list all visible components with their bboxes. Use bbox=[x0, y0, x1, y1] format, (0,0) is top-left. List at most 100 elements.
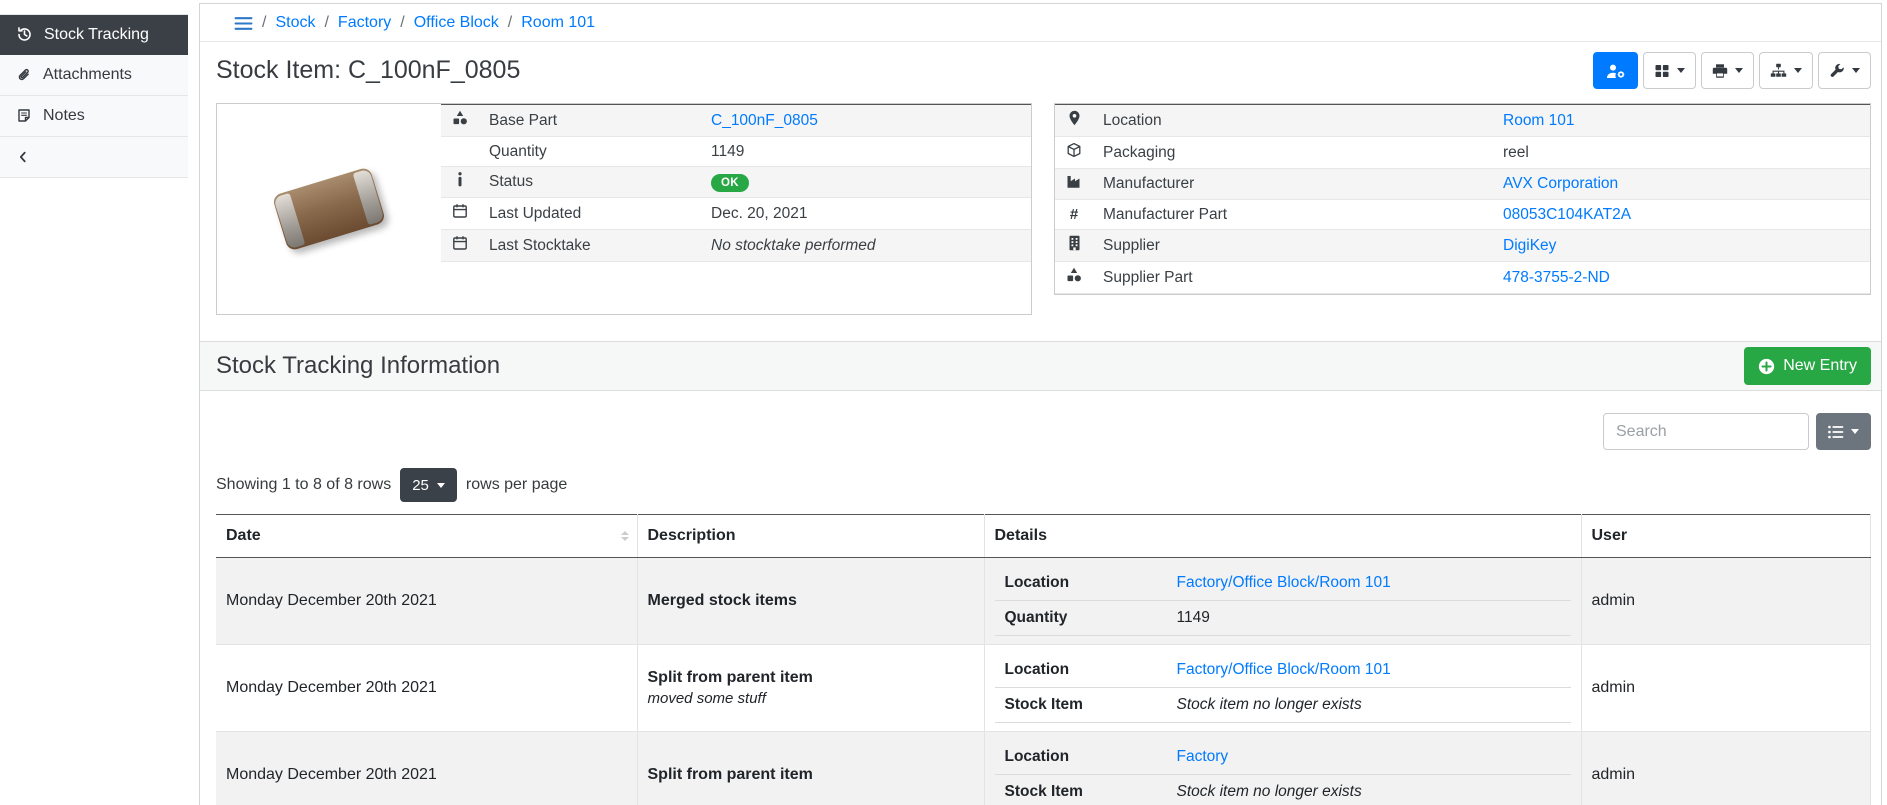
user-cell: admin bbox=[1581, 558, 1871, 645]
detail-label: Manufacturer Part bbox=[1093, 200, 1493, 230]
shapes-icon bbox=[452, 110, 468, 126]
columns-dropdown-button[interactable] bbox=[1816, 413, 1871, 450]
calendar-icon bbox=[452, 203, 468, 219]
base-part-link[interactable]: C_100nF_0805 bbox=[711, 112, 818, 129]
info-icon bbox=[456, 172, 464, 187]
detail-row-supplier-part: Supplier Part 478-3755-2-ND bbox=[1055, 262, 1870, 294]
plus-circle-icon bbox=[1758, 358, 1775, 375]
column-header-description[interactable]: Description bbox=[637, 515, 984, 558]
user-cell: admin bbox=[1581, 732, 1871, 805]
showing-rows-text: Showing 1 to 8 of 8 rows bbox=[216, 476, 391, 494]
search-input[interactable] bbox=[1603, 413, 1809, 450]
sidebar-item-stock-tracking[interactable]: Stock Tracking bbox=[0, 14, 188, 55]
details-cell: Location Factory/Office Block/Room 101 S… bbox=[984, 645, 1581, 732]
status-badge: OK bbox=[711, 174, 749, 192]
breadcrumb-link-office-block[interactable]: Office Block bbox=[414, 14, 499, 32]
chevron-down-icon bbox=[1794, 68, 1802, 73]
list-icon bbox=[1828, 425, 1844, 439]
sidebar-collapse-button[interactable] bbox=[0, 137, 188, 178]
stock-item-missing-text: Stock item no longer exists bbox=[1167, 688, 1571, 723]
calendar-icon bbox=[452, 235, 468, 251]
paperclip-icon bbox=[16, 67, 32, 83]
column-header-user[interactable]: User bbox=[1581, 515, 1871, 558]
box-icon bbox=[1066, 142, 1082, 158]
stock-tracking-table: Date Description Details User Monday Dec… bbox=[216, 514, 1871, 805]
detail-row-last-updated: Last Updated Dec. 20, 2021 bbox=[441, 198, 1031, 230]
detail-subrow: Quantity 1149 bbox=[995, 601, 1571, 636]
app-root: Stock Tracking Attachments Notes / bbox=[0, 0, 1887, 805]
table-controls bbox=[200, 391, 1881, 450]
column-header-details[interactable]: Details bbox=[984, 515, 1581, 558]
breadcrumb-link-room-101[interactable]: Room 101 bbox=[521, 14, 595, 32]
detail-row-last-stocktake: Last Stocktake No stocktake performed bbox=[441, 230, 1031, 262]
section-title: Stock Tracking Information bbox=[216, 352, 500, 380]
industry-icon bbox=[1066, 174, 1082, 189]
new-entry-button[interactable]: New Entry bbox=[1744, 347, 1871, 385]
hashtag-icon: # bbox=[1070, 206, 1078, 223]
sidebar-item-notes[interactable]: Notes bbox=[0, 96, 188, 137]
packaging-value: reel bbox=[1493, 137, 1870, 169]
detail-label: Last Updated bbox=[479, 198, 701, 230]
main-panel: / Stock / Factory / Office Block / Room … bbox=[199, 3, 1882, 805]
stock-actions-dropdown[interactable] bbox=[1759, 52, 1813, 89]
breadcrumb: / Stock / Factory / Office Block / Room … bbox=[200, 4, 1881, 42]
detail-label: Quantity bbox=[479, 137, 701, 167]
chevron-down-icon bbox=[1852, 68, 1860, 73]
manufacturer-part-link[interactable]: 08053C104KAT2A bbox=[1503, 206, 1631, 223]
supplier-link[interactable]: DigiKey bbox=[1503, 237, 1556, 254]
detail-label: Status bbox=[479, 167, 701, 198]
chevron-down-icon bbox=[1851, 429, 1859, 434]
table-row: Monday December 20th 2021 Split from par… bbox=[216, 732, 1871, 805]
building-icon bbox=[1068, 235, 1081, 251]
breadcrumb-link-factory[interactable]: Factory bbox=[338, 14, 391, 32]
map-marker-icon bbox=[1068, 110, 1081, 126]
location-link[interactable]: Factory/Office Block/Room 101 bbox=[1177, 661, 1391, 678]
breadcrumb-separator: / bbox=[508, 14, 512, 32]
tracking-note: moved some stuff bbox=[648, 690, 974, 707]
location-link[interactable]: Factory bbox=[1177, 748, 1229, 765]
location-link[interactable]: Factory/Office Block/Room 101 bbox=[1177, 574, 1391, 591]
detail-row-base-part: Base Part C_100nF_0805 bbox=[441, 105, 1031, 137]
date-cell: Monday December 20th 2021 bbox=[216, 645, 637, 732]
supplier-part-link[interactable]: 478-3755-2-ND bbox=[1503, 269, 1610, 286]
breadcrumb-separator: / bbox=[262, 14, 266, 32]
sidebar-item-attachments[interactable]: Attachments bbox=[0, 55, 188, 96]
tracking-section-header: Stock Tracking Information New Entry bbox=[200, 341, 1881, 391]
chevron-down-icon bbox=[1735, 68, 1743, 73]
detail-label: Location bbox=[1093, 105, 1493, 137]
breadcrumb-link-stock[interactable]: Stock bbox=[275, 14, 315, 32]
rows-per-page-label: rows per page bbox=[466, 476, 567, 494]
column-header-date[interactable]: Date bbox=[216, 515, 637, 558]
location-link[interactable]: Room 101 bbox=[1503, 112, 1575, 129]
capacitor-image bbox=[272, 166, 387, 251]
description-cell: Merged stock items bbox=[637, 558, 984, 645]
display-options-dropdown[interactable] bbox=[1643, 52, 1696, 89]
part-thumbnail[interactable] bbox=[217, 104, 441, 314]
stock-item-missing-text: Stock item no longer exists bbox=[1167, 775, 1571, 805]
admin-actions-dropdown[interactable] bbox=[1818, 52, 1871, 89]
stock-item-summary-panel: Base Part C_100nF_0805 Quantity 1149 Sta… bbox=[216, 103, 1032, 315]
grid-icon bbox=[1654, 63, 1670, 79]
stock-adjust-actions-button[interactable] bbox=[1593, 52, 1638, 89]
detail-label: Base Part bbox=[479, 105, 701, 137]
history-icon bbox=[16, 26, 33, 43]
stock-item-details-table: Base Part C_100nF_0805 Quantity 1149 Sta… bbox=[441, 104, 1031, 262]
date-cell: Monday December 20th 2021 bbox=[216, 732, 637, 805]
sitemap-icon bbox=[1770, 63, 1787, 78]
table-row: Monday December 20th 2021 Split from par… bbox=[216, 645, 1871, 732]
details-cell: Location Factory/Office Block/Room 101 Q… bbox=[984, 558, 1581, 645]
manufacturer-link[interactable]: AVX Corporation bbox=[1503, 175, 1618, 192]
new-entry-label: New Entry bbox=[1783, 357, 1857, 375]
last-updated-value: Dec. 20, 2021 bbox=[701, 198, 1031, 230]
print-actions-dropdown[interactable] bbox=[1701, 52, 1754, 89]
hamburger-icon[interactable] bbox=[234, 16, 253, 31]
sidebar-item-label: Notes bbox=[43, 107, 85, 125]
detail-row-supplier: Supplier DigiKey bbox=[1055, 230, 1870, 262]
printer-icon bbox=[1712, 63, 1728, 79]
sidebar-item-label: Stock Tracking bbox=[44, 26, 149, 44]
quantity-value: 1149 bbox=[701, 137, 1031, 167]
detail-row-status: Status OK bbox=[441, 167, 1031, 198]
sort-icon[interactable] bbox=[621, 531, 629, 541]
header-toolbar bbox=[1593, 52, 1871, 89]
page-size-dropdown[interactable]: 25 bbox=[400, 468, 457, 502]
